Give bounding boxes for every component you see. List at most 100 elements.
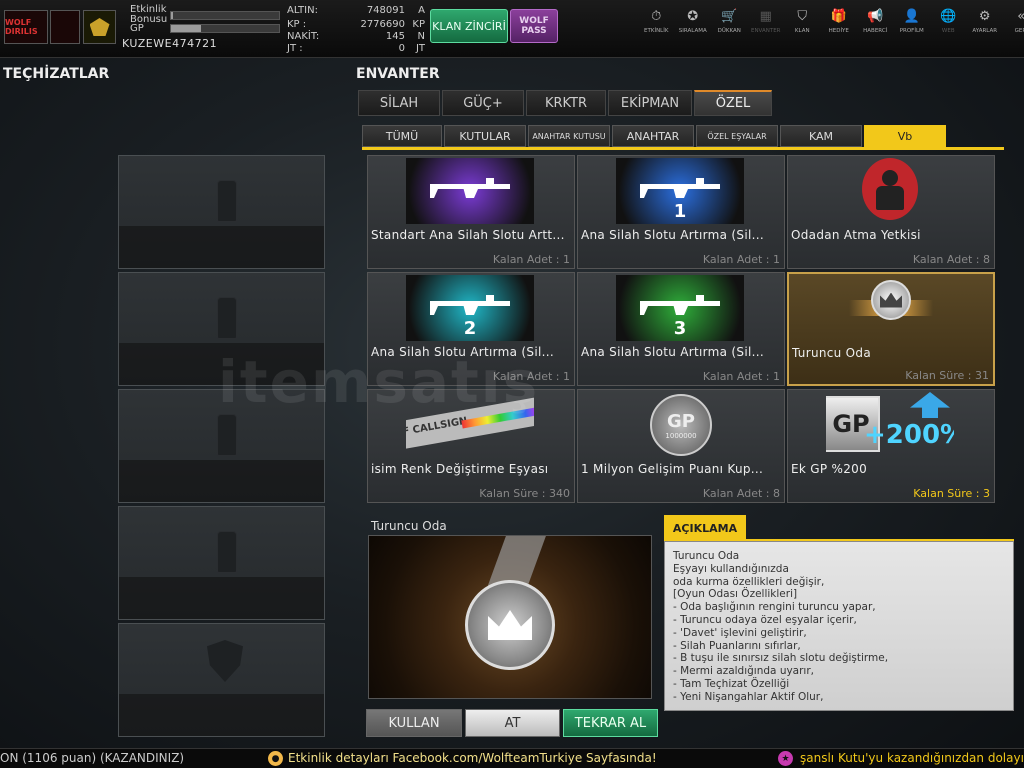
main-tabs: SİLAH GÜÇ+ KRKTR EKİPMAN ÖZEL — [358, 90, 774, 116]
currency-unit: KP — [412, 19, 425, 30]
nav-ayarlar[interactable]: ⚙ AYARLAR — [967, 8, 1004, 35]
inventory-item[interactable]: GP +200% Ek GP %200 Kalan Süre : 3 — [787, 389, 995, 503]
item-name: isim Renk Değiştirme Eşyası — [371, 462, 549, 476]
equipment-slot[interactable] — [118, 623, 325, 737]
currency-label: ALTIN: — [287, 5, 318, 16]
klan-chain-button[interactable]: KLAN ZİNCİRİ — [430, 9, 508, 43]
sub-tab[interactable]: ANAHTAR — [612, 125, 694, 147]
equipment-slot[interactable] — [118, 506, 325, 620]
item-name: Ana Silah Slotu Artırma (Sil... — [581, 345, 764, 359]
gp-bonus-text: +200% — [864, 420, 954, 450]
rebuy-button[interactable]: TEKRAR AL — [563, 709, 658, 737]
nav-envanter[interactable]: ▦ ENVANTER — [748, 8, 785, 35]
main-tab[interactable]: EKİPMAN — [608, 90, 692, 116]
event-bonus-label: Etkinlik Bonusu — [130, 4, 168, 25]
arrow-up-icon — [910, 392, 950, 418]
item-quantity: Kalan Adet : 1 — [702, 253, 780, 266]
gp-coin-text: GP — [667, 410, 695, 432]
inventory-item[interactable]: Standart Ana Silah Slotu Artt... Kalan A… — [367, 155, 575, 269]
item-quantity: Kalan Adet : 1 — [702, 370, 780, 383]
currency-row: KP : 2776690 KP — [287, 19, 427, 31]
item-quantity: Kalan Adet : 8 — [702, 487, 780, 500]
item-name: Turuncu Oda — [792, 346, 871, 360]
inventory-item[interactable]: 1 Ana Silah Slotu Artırma (Sil... Kalan … — [577, 155, 785, 269]
inventory-icon: ▦ — [759, 8, 772, 24]
sub-tab[interactable]: TÜMÜ — [362, 125, 442, 147]
currency-unit: A — [418, 5, 425, 16]
item-quantity: Kalan Süre : 340 — [479, 487, 570, 500]
currency-unit: JT — [415, 43, 425, 54]
inventory-item[interactable]: Turuncu Oda Kalan Süre : 31 — [787, 272, 995, 386]
nav-label: WEB — [941, 28, 955, 34]
inventory-item[interactable]: 3 Ana Silah Slotu Artırma (Sil... Kalan … — [577, 272, 785, 386]
item-image: 3 — [616, 275, 744, 341]
description-line: [Oyun Odası Özellikleri] — [673, 588, 798, 601]
item-image — [827, 276, 955, 342]
nav-klan[interactable]: ⛉ KLAN — [784, 8, 821, 35]
currency-unit: N — [417, 31, 425, 42]
main-tab[interactable]: KRKTR — [526, 90, 606, 116]
nav-haberci̇[interactable]: 📢 HABERCİ — [857, 8, 894, 35]
nav-label: GERİ — [1014, 28, 1024, 34]
globe-icon: 🌐 — [940, 8, 957, 24]
nav-dükkan[interactable]: 🛒 DÜKKAN — [711, 8, 748, 35]
spray-can-icon — [217, 297, 237, 339]
gp-bar — [170, 24, 280, 33]
description-line: Turuncu Oda — [673, 550, 740, 562]
sub-tab[interactable]: KAM — [780, 125, 862, 147]
currency-row: JT : 0 JT — [287, 43, 427, 55]
nav-web[interactable]: 🌐 WEB — [930, 8, 967, 35]
rank-icon — [83, 10, 116, 44]
description-line: - Yeni Nişangahlar Aktif Olur, — [673, 690, 824, 703]
nav-label: HABERCİ — [863, 28, 888, 34]
slot-number: 2 — [463, 318, 477, 339]
sub-tab[interactable]: Vb — [864, 125, 946, 147]
item-name: Ek GP %200 — [791, 462, 868, 476]
main-tab[interactable]: SİLAH — [358, 90, 440, 116]
main-tab[interactable]: GÜÇ+ — [442, 90, 524, 116]
inventory-item[interactable]: GP 1000000 1 Milyon Gelişim Puanı Kup...… — [577, 389, 785, 503]
sub-tab[interactable]: ÖZEL EŞYALAR — [696, 125, 778, 147]
sub-tab[interactable]: ANAHTAR KUTUSU — [528, 125, 610, 147]
item-image: 2 — [406, 275, 534, 341]
event-bonus-bar — [170, 11, 280, 20]
nav-label: ENVANTER — [750, 28, 781, 34]
nav-etki̇nli̇k[interactable]: ⏱ ETKİNLİK — [638, 8, 675, 35]
item-quantity: Kalan Adet : 1 — [492, 253, 570, 266]
nav-hedi̇ye[interactable]: 🎁 HEDİYE — [821, 8, 858, 35]
nav-profi̇lm[interactable]: 👤 PROFİLM — [894, 8, 931, 35]
nav-label: ETKİNLİK — [644, 28, 669, 34]
currency-value: 0 — [398, 43, 405, 54]
shield-icon: ⛉ — [797, 8, 808, 24]
stopwatch-icon: ⏱ — [651, 8, 662, 24]
currency-label: KP : — [287, 19, 307, 30]
use-button[interactable]: KULLAN — [366, 709, 462, 737]
spray-can-icon — [217, 180, 237, 222]
klan-chain-label: KLAN ZİNCİRİ — [432, 19, 506, 33]
star-icon: ★ — [778, 751, 793, 766]
discard-button[interactable]: AT — [465, 709, 560, 737]
description-line: - 'Davet' işlevini geliştirir, — [673, 626, 807, 639]
nav-geri̇[interactable]: « GERİ — [1003, 8, 1024, 35]
callsign-art-text: OR OF CALLSIGN — [406, 415, 469, 443]
description-tab[interactable]: AÇIKLAMA — [664, 515, 746, 541]
item-name: Ana Silah Slotu Artırma (Sil... — [581, 228, 764, 242]
clan-logo-text: WOLF DIRILIS — [5, 18, 38, 36]
description-line: - Oda başlığının rengini turuncu yapar, — [673, 601, 876, 614]
nav-siralama[interactable]: ✪ SIRALAMA — [675, 8, 712, 35]
inventory-item[interactable]: Odadan Atma Yetkisi Kalan Adet : 8 — [787, 155, 995, 269]
clan-emblem — [50, 10, 80, 44]
description-line: oda kurma özellikleri değişir, — [673, 575, 825, 588]
watermark: itemsatış — [218, 348, 540, 416]
tab-underline — [362, 147, 1004, 150]
crown-icon — [871, 280, 911, 320]
rifle-icon — [640, 295, 720, 315]
wolf-pass-button[interactable]: WOLF PASS — [510, 9, 558, 43]
main-tab[interactable]: ÖZEL — [694, 90, 772, 116]
equipment-slot[interactable] — [118, 155, 325, 269]
gear-icon: ⚙ — [978, 8, 991, 24]
currency-value: 145 — [385, 31, 405, 42]
item-name: Odadan Atma Yetkisi — [791, 228, 921, 242]
sub-tab[interactable]: KUTULAR — [444, 125, 526, 147]
description-box: Turuncu Oda Eşyayı kullandığınızda oda kur… — [664, 541, 1014, 711]
